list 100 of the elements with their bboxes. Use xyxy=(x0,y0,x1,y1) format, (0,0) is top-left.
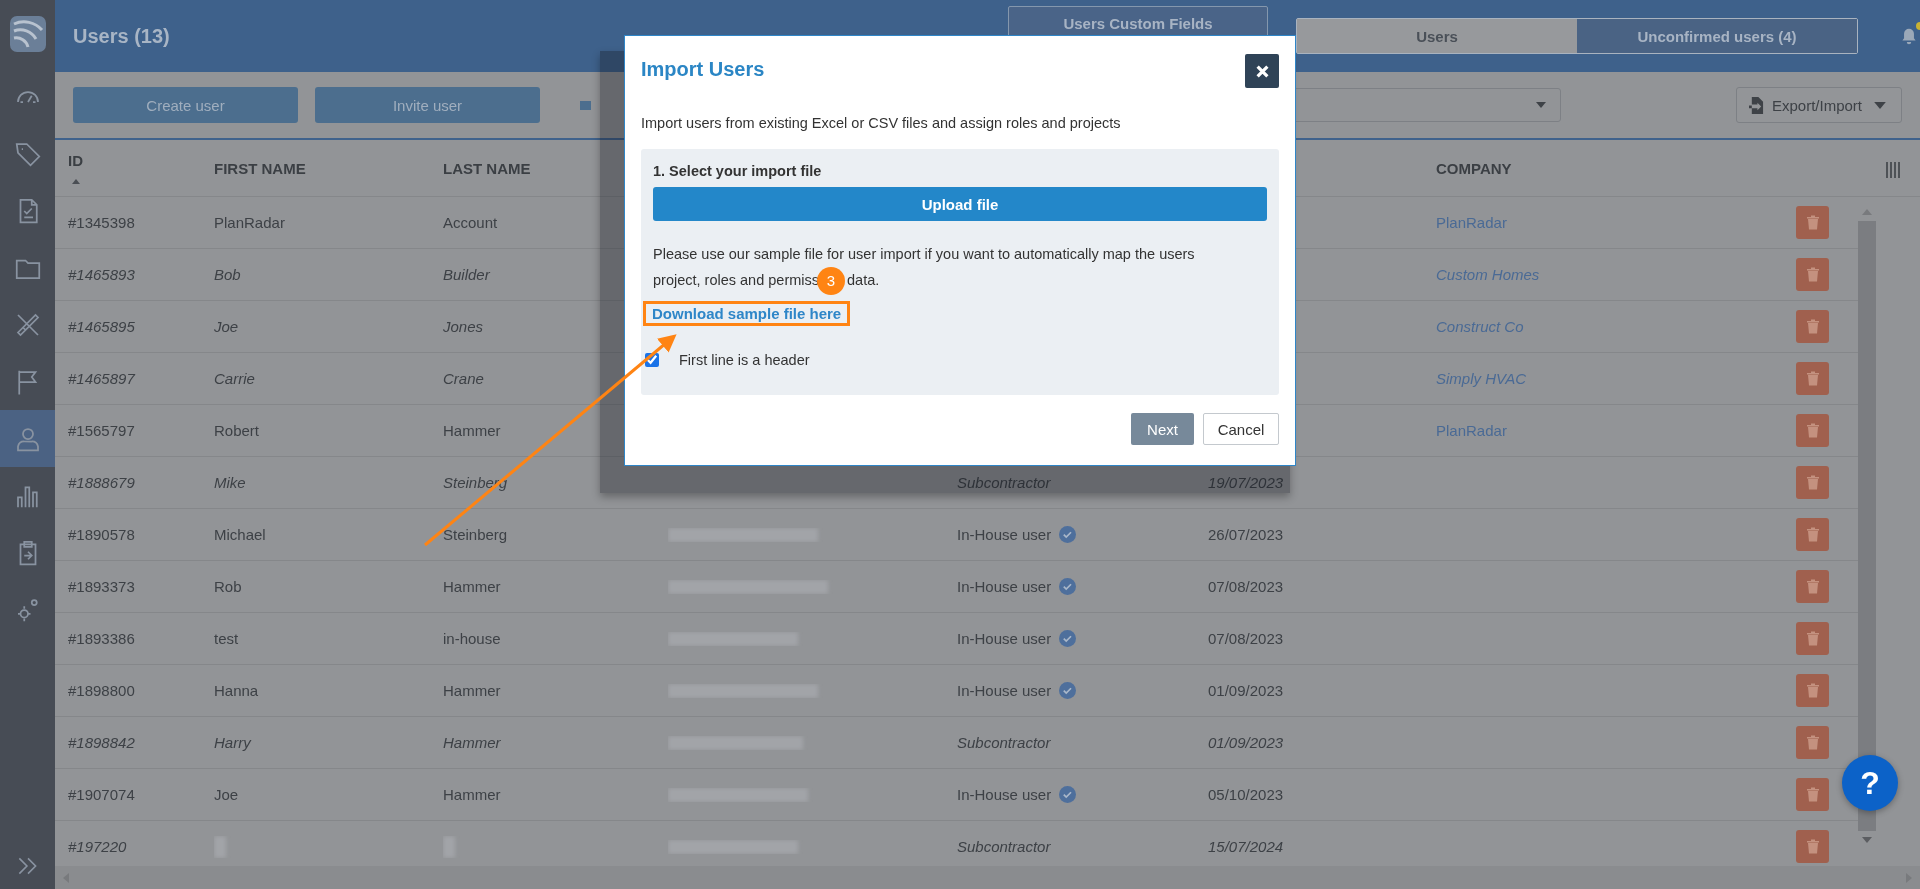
id-cell: #1465893 xyxy=(68,266,135,283)
close-icon xyxy=(1255,64,1269,78)
date-cell: 01/09/2023 xyxy=(1208,734,1284,751)
slider-handle[interactable] xyxy=(580,100,591,110)
trash-icon xyxy=(1806,267,1819,282)
date-cell: 15/07/2024 xyxy=(1208,838,1284,855)
table-cell: PlanRadar xyxy=(214,214,285,231)
cancel-button[interactable]: Cancel xyxy=(1203,413,1279,445)
step-badge: 3 xyxy=(817,267,845,295)
id-cell: #1893386 xyxy=(68,630,135,647)
logo-icon[interactable] xyxy=(7,14,48,54)
trash-icon xyxy=(1806,839,1819,854)
delete-button[interactable] xyxy=(1796,674,1829,707)
delete-button[interactable] xyxy=(1796,622,1829,655)
column-header[interactable]: COMPANY xyxy=(1436,160,1796,177)
table-cell: Account xyxy=(443,214,498,231)
file-import-icon xyxy=(1749,96,1764,114)
delete-button[interactable] xyxy=(1796,310,1829,343)
id-cell: #1893373 xyxy=(68,578,135,595)
page-title: Users (13) xyxy=(73,24,170,48)
dialog-description: Import users from existing Excel or CSV files and assign roles and projects xyxy=(641,115,1122,131)
delete-button[interactable] xyxy=(1796,570,1829,603)
scroll-down-icon[interactable] xyxy=(1862,837,1872,843)
trash-icon xyxy=(1806,215,1819,230)
table-cell: in-house xyxy=(443,630,501,647)
delete-button[interactable] xyxy=(1796,518,1829,551)
tab[interactable]: Users xyxy=(1297,19,1577,53)
table-cell: Joe xyxy=(214,786,239,803)
delete-button[interactable] xyxy=(1796,206,1829,239)
download-link[interactable]: Download sample file here xyxy=(652,305,842,322)
trash-icon xyxy=(1806,683,1819,698)
date-cell: 07/08/2023 xyxy=(1208,578,1284,595)
table-cell: Builder xyxy=(443,266,490,283)
table-cell: Hammer xyxy=(443,682,501,699)
table-cell: Michael xyxy=(214,526,266,543)
role-cell: In-House user xyxy=(957,682,1052,699)
trash-icon xyxy=(1806,735,1819,750)
sidebar-item[interactable] xyxy=(0,410,55,467)
table-cell: Robert xyxy=(214,422,260,439)
id-cell: #1465897 xyxy=(68,370,135,387)
id-cell: #1465895 xyxy=(68,318,135,335)
trash-icon xyxy=(1806,579,1819,594)
trash-icon xyxy=(1806,787,1819,802)
table-cell: Bob xyxy=(214,266,241,283)
id-cell: #1907074 xyxy=(68,786,135,803)
role-cell: In-House user xyxy=(957,786,1052,803)
hint-text: Please use our sample file for user import if you want to automatically map the users xyxy=(653,246,1195,262)
table-cell: Jones xyxy=(443,318,484,335)
date-cell: 26/07/2023 xyxy=(1208,526,1284,543)
table-cell: Hammer xyxy=(443,578,501,595)
step-title: 1. Select your import file xyxy=(653,163,823,179)
id-cell: #1345398 xyxy=(68,214,135,231)
next-button[interactable]: Next xyxy=(1131,413,1194,445)
delete-button[interactable] xyxy=(1796,466,1829,499)
table-cell: Mike xyxy=(214,474,246,491)
role-cell: In-House user xyxy=(957,526,1052,543)
caret-icon xyxy=(1536,102,1546,108)
role-cell: In-House user xyxy=(957,630,1052,647)
close-button[interactable] xyxy=(1245,54,1279,88)
create-user-button[interactable]: Create user xyxy=(73,87,298,123)
sort-icon[interactable] xyxy=(72,179,80,184)
id-cell: #1898800 xyxy=(68,682,135,699)
table-cell: Rob xyxy=(214,578,242,595)
delete-button[interactable] xyxy=(1796,362,1829,395)
checkbox-label: First line is a header xyxy=(679,352,810,368)
company-link[interactable]: Construct Co xyxy=(1436,318,1524,335)
table-cell: Joe xyxy=(214,318,239,335)
company-link[interactable]: Simply HVAC xyxy=(1436,370,1527,387)
tab[interactable]: Unconfirmed users (4) xyxy=(1577,19,1857,53)
column-header[interactable]: ID xyxy=(68,152,214,169)
scroll-thumb[interactable] xyxy=(1858,221,1876,831)
trash-icon xyxy=(1806,371,1819,386)
company-link[interactable]: PlanRadar xyxy=(1436,214,1507,231)
columns-icon[interactable] xyxy=(1886,162,1900,178)
table-cell: Carrie xyxy=(214,370,255,387)
role-cell: Subcontractor xyxy=(957,838,1051,855)
caret-icon xyxy=(1874,101,1887,109)
id-cell: #197220 xyxy=(68,838,127,855)
company-link[interactable]: Custom Homes xyxy=(1436,266,1540,283)
column-header[interactable]: FIRST NAME xyxy=(214,160,443,177)
delete-button[interactable] xyxy=(1796,258,1829,291)
header-checkbox[interactable] xyxy=(645,353,659,367)
id-cell: #1888679 xyxy=(68,474,135,491)
trash-icon xyxy=(1806,423,1819,438)
delete-button[interactable] xyxy=(1796,830,1829,863)
company-link[interactable]: PlanRadar xyxy=(1436,422,1507,439)
table-cell: test xyxy=(214,630,239,647)
upload-file-button[interactable]: Upload file xyxy=(653,187,1267,221)
delete-button[interactable] xyxy=(1796,726,1829,759)
hint-text: data. xyxy=(847,271,880,288)
delete-button[interactable] xyxy=(1796,414,1829,447)
scroll-up-icon[interactable] xyxy=(1862,209,1872,215)
id-cell: #1565797 xyxy=(68,422,135,439)
table-cell: Hammer xyxy=(443,786,501,803)
export-import-button[interactable]: Export/Import xyxy=(1736,87,1902,123)
delete-button[interactable] xyxy=(1796,778,1829,811)
invite-user-button[interactable]: Invite user xyxy=(315,87,540,123)
horizontal-scrollbar[interactable] xyxy=(55,866,1920,889)
table-cell: Hammer xyxy=(443,422,501,439)
role-cell: In-House user xyxy=(957,578,1052,595)
